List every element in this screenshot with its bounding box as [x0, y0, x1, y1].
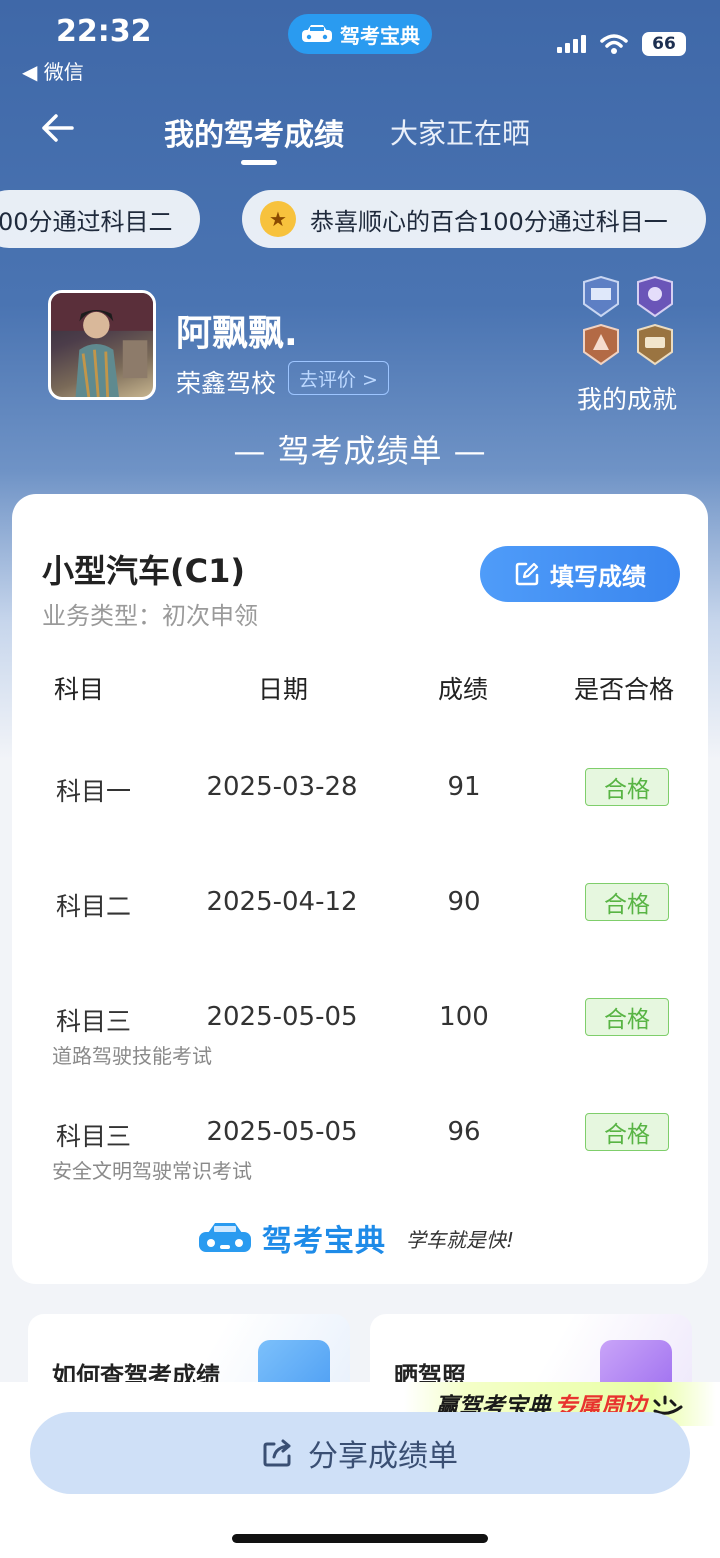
- share-icon: [263, 1439, 291, 1467]
- tab-active-indicator: [241, 160, 277, 165]
- row-subject: 科目三: [56, 1007, 132, 1036]
- business-type: 业务类型：初次申领: [42, 602, 258, 630]
- app-name-label: 驾考宝典: [340, 23, 420, 48]
- fill-score-label: 填写成绩: [550, 562, 646, 591]
- row-subject: 科目三: [56, 1122, 132, 1151]
- rate-school-button[interactable]: 去评价 >: [288, 361, 389, 395]
- row-date: 2025-05-05: [206, 1117, 358, 1147]
- cellular-signal-icon: [557, 35, 586, 53]
- row-date: 2025-04-12: [206, 887, 358, 917]
- status-time: 22:32: [56, 14, 152, 49]
- edit-icon: [515, 562, 539, 586]
- pass-badge: 合格: [585, 998, 669, 1036]
- tab-everyone-sharing[interactable]: 大家正在晒: [390, 112, 530, 152]
- marquee-item[interactable]: 00分通过科目二: [0, 190, 200, 248]
- row-subject: 科目一: [56, 777, 132, 806]
- badge-icon: [637, 324, 673, 366]
- row-note: 道路驾驶技能考试: [52, 1044, 212, 1068]
- row-date: 2025-03-28: [206, 772, 358, 802]
- avatar-photo: [51, 293, 153, 397]
- column-header-score: 成绩: [438, 675, 489, 704]
- share-score-sheet-button[interactable]: 分享成绩单: [30, 1412, 690, 1494]
- star-struck-emoji-icon: ★: [260, 201, 296, 237]
- column-header-subject: 科目: [54, 675, 105, 704]
- avatar[interactable]: [48, 290, 156, 400]
- score-card: 小型汽车(C1) 业务类型：初次申领 填写成绩 科目 日期 成绩 是否合格 科目…: [12, 494, 708, 1284]
- status-indicators: 66: [557, 32, 686, 56]
- badge-icon: [583, 324, 619, 366]
- back-arrow-icon[interactable]: [38, 108, 78, 148]
- wifi-icon: [600, 34, 628, 54]
- badge-icon: [583, 276, 619, 318]
- row-subject: 科目二: [56, 892, 132, 921]
- logo-text: 驾考宝典: [262, 1224, 386, 1259]
- score-sheet-title: — 驾考成绩单 —: [233, 432, 487, 470]
- my-achievements-label[interactable]: 我的成就: [577, 380, 677, 416]
- row-score: 90: [447, 887, 481, 917]
- row-score: 96: [447, 1117, 481, 1147]
- column-header-pass: 是否合格: [574, 675, 675, 704]
- achievement-badges[interactable]: [578, 276, 686, 366]
- row-score: 100: [439, 1002, 489, 1032]
- column-header-date: 日期: [258, 675, 309, 704]
- slogan: 学车就是快!: [406, 1227, 515, 1252]
- driving-school-name: 荣鑫驾校: [176, 369, 277, 398]
- battery-level: 66: [642, 32, 686, 56]
- pass-badge: 合格: [585, 883, 669, 921]
- share-button-label: 分享成绩单: [308, 1439, 458, 1474]
- marquee-item[interactable]: ★ 恭喜顺心的百合100分通过科目一: [242, 190, 706, 248]
- tab-my-scores[interactable]: 我的驾考成绩: [164, 110, 344, 154]
- marquee-text: 00分通过科目二: [0, 207, 173, 236]
- vehicle-type: 小型汽车(C1): [42, 552, 246, 590]
- row-score: 91: [447, 772, 481, 802]
- app-logo: 驾考宝典 学车就是快!: [196, 1216, 514, 1260]
- pass-badge: 合格: [585, 1113, 669, 1151]
- user-name: 阿飘飘.: [176, 313, 298, 354]
- fill-score-button[interactable]: 填写成绩: [480, 546, 680, 602]
- row-date: 2025-05-05: [206, 1002, 358, 1032]
- app-name-pill: 驾考宝典: [288, 14, 432, 54]
- pass-badge: 合格: [585, 768, 669, 806]
- row-note: 安全文明驾驶常识考试: [52, 1159, 252, 1183]
- car-icon: [302, 25, 332, 42]
- back-to-wechat-link[interactable]: ◀ 微信: [22, 56, 84, 85]
- home-indicator[interactable]: [232, 1534, 488, 1543]
- marquee-text: 恭喜顺心的百合100分通过科目一: [310, 207, 668, 236]
- badge-icon: [637, 276, 673, 318]
- car-logo-icon: [199, 1223, 251, 1252]
